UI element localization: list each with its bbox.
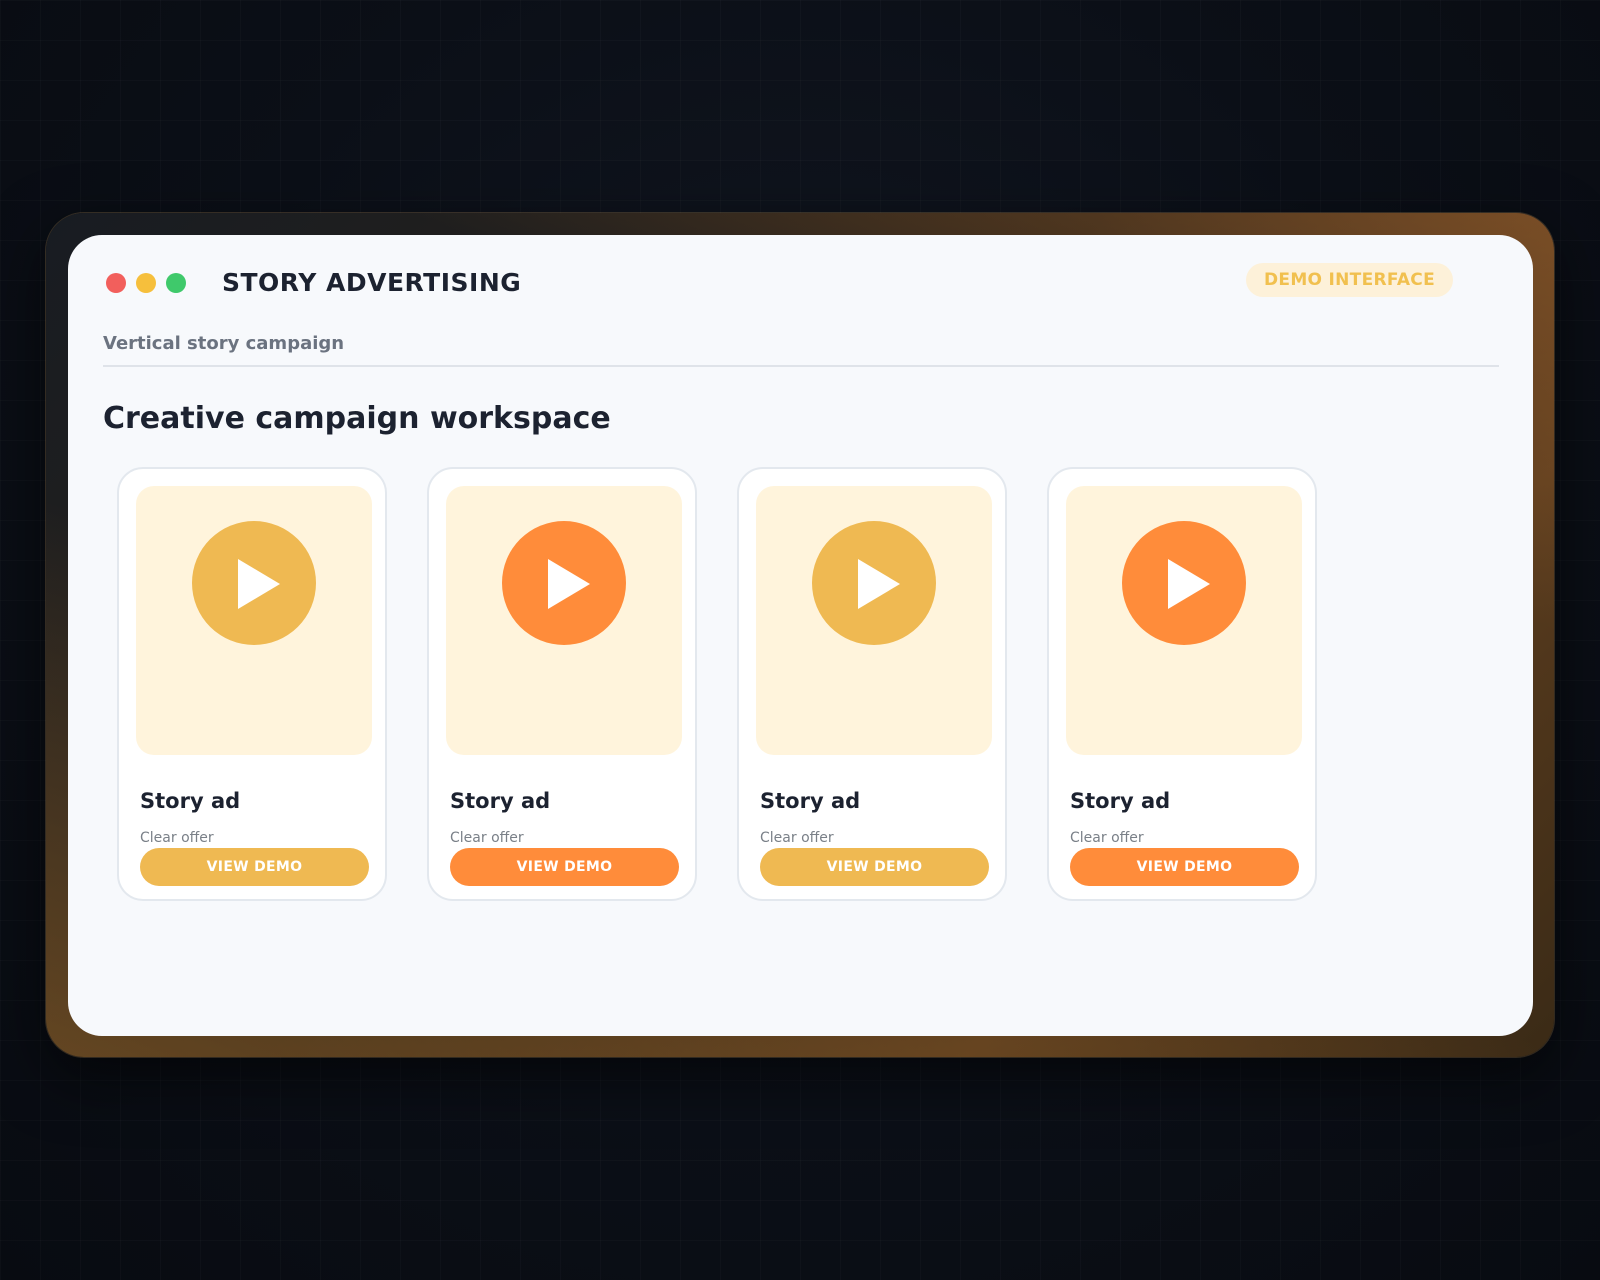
- view-demo-button[interactable]: VIEW DEMO: [450, 848, 679, 886]
- story-card-title: Story ad: [760, 789, 861, 813]
- page-subtitle: Vertical story campaign: [103, 333, 345, 354]
- play-icon[interactable]: [1122, 521, 1246, 645]
- story-thumbnail[interactable]: [136, 486, 372, 755]
- story-card-2[interactable]: Story ad Clear offer VIEW DEMO: [427, 467, 697, 901]
- header-divider: [103, 365, 1499, 367]
- story-card-subtitle: Clear offer: [450, 830, 524, 846]
- view-demo-button[interactable]: VIEW DEMO: [760, 848, 989, 886]
- close-window-dot[interactable]: [106, 272, 126, 293]
- story-card-title: Story ad: [1070, 789, 1171, 813]
- story-card-title: Story ad: [140, 789, 241, 813]
- page-title: Creative campaign workspace: [103, 401, 611, 436]
- story-thumbnail[interactable]: [446, 486, 682, 755]
- view-demo-button[interactable]: VIEW DEMO: [1070, 848, 1299, 886]
- story-card-3[interactable]: Story ad Clear offer VIEW DEMO: [737, 467, 1007, 901]
- titlebar: STORY ADVERTISING: [106, 268, 521, 297]
- story-cards: Story ad Clear offer VIEW DEMO Story ad …: [117, 467, 1357, 901]
- story-card-4[interactable]: Story ad Clear offer VIEW DEMO: [1047, 467, 1317, 901]
- play-icon[interactable]: [502, 521, 626, 645]
- story-card-subtitle: Clear offer: [1070, 830, 1144, 846]
- view-demo-button[interactable]: VIEW DEMO: [140, 848, 369, 886]
- play-icon[interactable]: [812, 521, 936, 645]
- play-icon[interactable]: [192, 521, 316, 645]
- story-thumbnail[interactable]: [1066, 486, 1302, 755]
- story-card-subtitle: Clear offer: [760, 830, 834, 846]
- minimize-window-dot[interactable]: [136, 272, 156, 293]
- story-card-title: Story ad: [450, 789, 551, 813]
- demo-interface-badge: DEMO INTERFACE: [1246, 263, 1453, 297]
- story-card-subtitle: Clear offer: [140, 830, 214, 846]
- story-thumbnail[interactable]: [756, 486, 992, 755]
- story-card-1[interactable]: Story ad Clear offer VIEW DEMO: [117, 467, 387, 901]
- maximize-window-dot[interactable]: [166, 272, 186, 293]
- app-window: STORY ADVERTISING DEMO INTERFACE Vertica…: [68, 235, 1533, 1036]
- app-title: STORY ADVERTISING: [222, 268, 522, 297]
